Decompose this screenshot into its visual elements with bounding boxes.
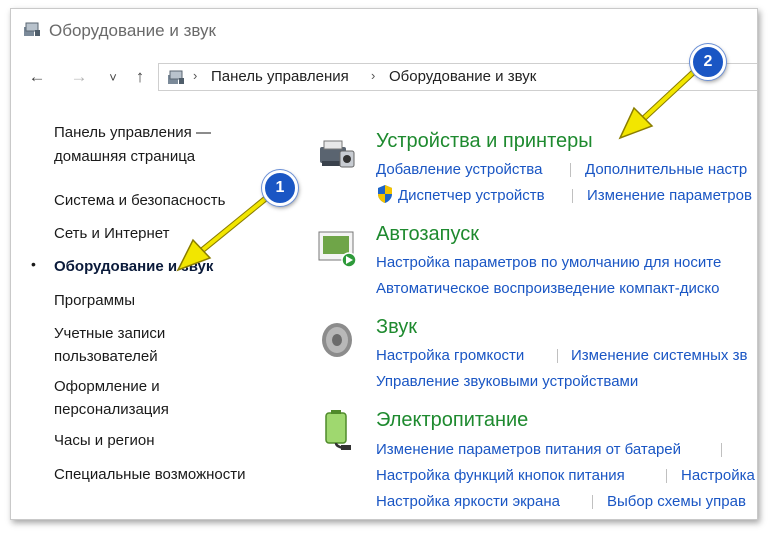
annotation-badge-1: 1 (262, 170, 298, 206)
annotation-badge-2: 2 (690, 44, 726, 80)
annotation-arrows (176, 65, 701, 272)
annotation-arrow-2 (618, 65, 701, 140)
annotation-arrow-1 (176, 192, 273, 272)
